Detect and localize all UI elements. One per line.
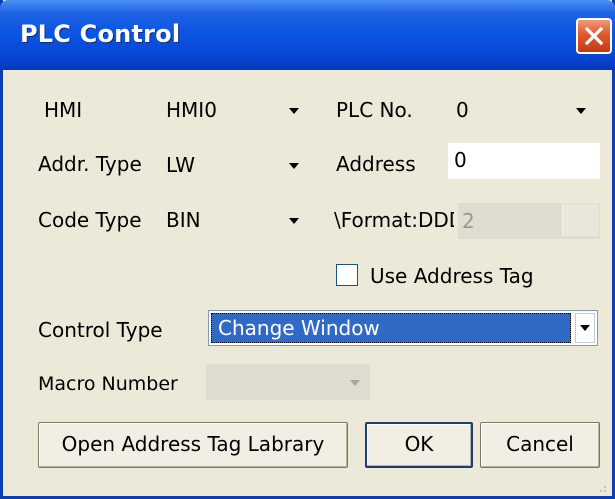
address-input[interactable]: 0 <box>448 143 600 179</box>
code-type-select[interactable]: BIN <box>158 203 312 237</box>
close-button[interactable] <box>576 18 612 54</box>
address-value: 0 <box>454 148 467 172</box>
control-type-selection: Change Window <box>211 313 571 343</box>
code-type-label: Code Type <box>38 208 142 232</box>
control-type-value: Change Window <box>218 316 380 340</box>
spin-buttons <box>562 204 599 236</box>
control-type-select[interactable]: Change Window <box>208 310 598 346</box>
addr-type-select[interactable]: LW <box>158 148 312 182</box>
chevron-down-icon <box>580 325 590 331</box>
plc-no-select[interactable]: 0 <box>448 93 600 127</box>
chevron-down-icon <box>289 218 299 224</box>
format-spinbox: 2 <box>458 203 600 239</box>
chevron-down-icon <box>289 163 299 169</box>
format-label: \Format:DDD <box>334 208 454 232</box>
plc-no-value: 0 <box>456 98 469 122</box>
macro-number-label: Macro Number <box>38 373 178 395</box>
use-address-tag-label[interactable]: Use Address Tag <box>370 264 534 288</box>
hmi-select[interactable]: HMI0 <box>158 93 312 127</box>
cancel-button[interactable]: Cancel <box>480 422 600 468</box>
title-bar[interactable]: PLC Control <box>0 0 615 70</box>
close-icon <box>584 26 604 46</box>
plc-no-label: PLC No. <box>336 98 413 122</box>
hmi-value: HMI0 <box>166 98 217 122</box>
addr-type-value: LW <box>166 153 196 177</box>
format-value: 2 <box>462 209 475 233</box>
chevron-down-icon <box>576 108 586 114</box>
control-type-label: Control Type <box>38 318 163 342</box>
dialog-title: PLC Control <box>20 20 181 48</box>
address-label: Address <box>336 152 416 176</box>
ok-button[interactable]: OK <box>365 422 473 468</box>
use-address-tag-checkbox[interactable] <box>336 264 358 286</box>
macro-number-select <box>206 364 370 400</box>
open-address-tag-library-button[interactable]: Open Address Tag Labrary <box>38 422 348 468</box>
chevron-down-icon <box>350 380 360 386</box>
control-type-dropdown-button[interactable] <box>575 313 595 343</box>
addr-type-label: Addr. Type <box>38 152 142 176</box>
chevron-down-icon <box>289 108 299 114</box>
resize-grip-icon[interactable] <box>594 480 608 494</box>
hmi-label: HMI <box>44 98 83 122</box>
code-type-value: BIN <box>166 208 201 232</box>
